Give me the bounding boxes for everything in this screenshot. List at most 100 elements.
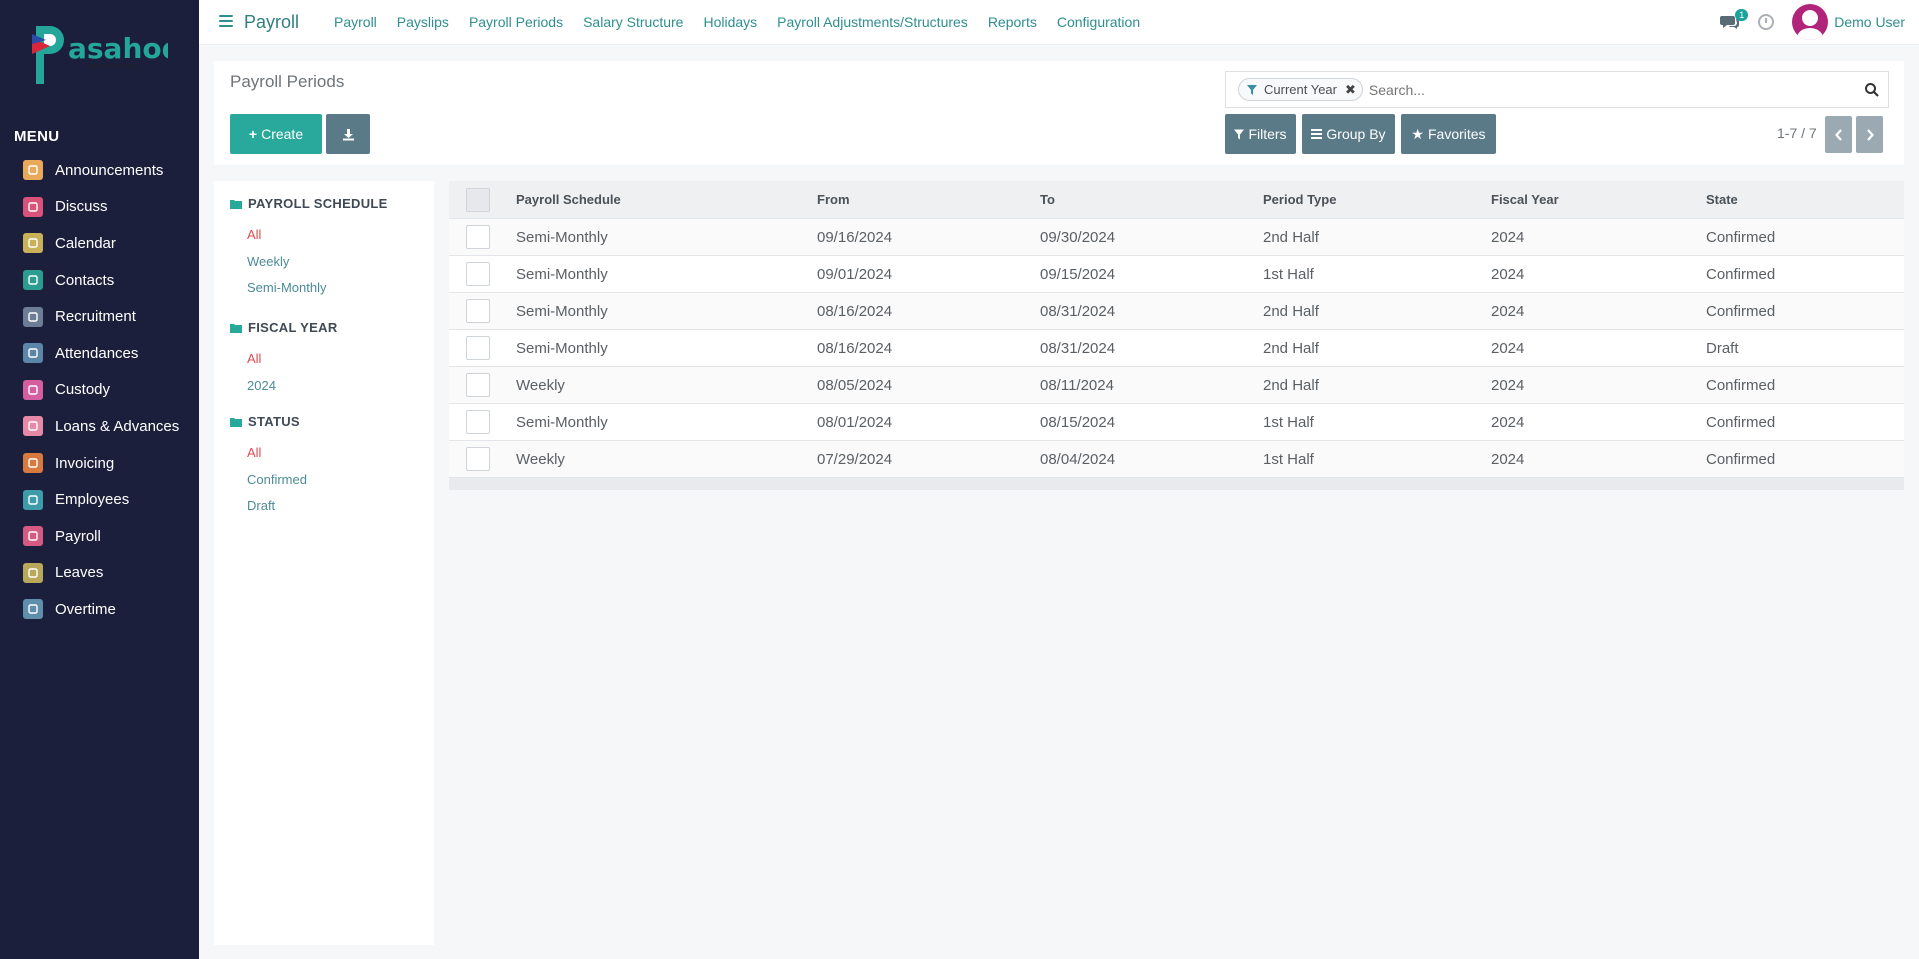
pager-previous-button[interactable] xyxy=(1825,116,1852,153)
sidebar-item-overtime[interactable]: Overtime xyxy=(0,591,199,628)
app-title[interactable]: Payroll xyxy=(244,12,299,33)
create-label: Create xyxy=(261,126,304,142)
pasahod-logo[interactable]: asahod PHILIPPINE PAYROLL xyxy=(28,22,182,88)
svg-text:PHILIPPINE PAYROLL: PHILIPPINE PAYROLL xyxy=(86,64,142,70)
table-row[interactable]: Semi-Monthly 08/16/2024 08/31/2024 2nd Half… xyxy=(449,293,1904,330)
filter-item[interactable]: All xyxy=(247,227,261,242)
table-cell: 08/01/2024 xyxy=(817,413,893,431)
facet-remove-icon[interactable]: ✖ xyxy=(1345,82,1356,98)
sidebar-item-invoicing[interactable]: Invoicing xyxy=(0,445,199,482)
pager-value[interactable]: 1-7 / 7 xyxy=(1777,125,1817,141)
filter-item[interactable]: Confirmed xyxy=(247,472,307,487)
sidebar-item-payroll[interactable]: Payroll xyxy=(0,518,199,555)
users-icon xyxy=(23,489,43,510)
table-row[interactable]: Weekly 07/29/2024 08/04/2024 1st Half 2024 Co… xyxy=(449,441,1904,478)
table-row[interactable]: Semi-Monthly 08/01/2024 08/15/2024 1st Half… xyxy=(449,404,1904,441)
search-facet: Current Year ✖ xyxy=(1238,78,1363,101)
filter-item[interactable]: Weekly xyxy=(247,254,289,269)
table-cell: 2024 xyxy=(1491,265,1525,283)
download-button[interactable] xyxy=(326,114,370,154)
nav-item-reports[interactable]: Reports xyxy=(988,14,1037,30)
table-cell: 07/29/2024 xyxy=(817,450,893,468)
group-by-button[interactable]: Group By xyxy=(1302,114,1395,154)
search-icon[interactable] xyxy=(1864,82,1880,98)
nav-item-holidays[interactable]: Holidays xyxy=(703,14,757,30)
filter-item[interactable]: 2024 xyxy=(247,378,276,393)
filter-item[interactable]: All xyxy=(247,445,261,460)
sidebar-item-discuss[interactable]: Discuss xyxy=(0,189,199,226)
user-name[interactable]: Demo User xyxy=(1834,14,1905,30)
activity-clock-icon[interactable] xyxy=(1758,14,1775,30)
column-header-payroll-schedule[interactable]: Payroll Schedule xyxy=(516,192,621,207)
search-box[interactable]: Current Year ✖ xyxy=(1225,71,1889,108)
overtime-icon xyxy=(23,599,43,620)
table-cell: 08/15/2024 xyxy=(1040,413,1116,431)
chat-icon xyxy=(23,196,43,217)
table-row[interactable]: Semi-Monthly 09/16/2024 09/30/2024 2nd Half… xyxy=(449,219,1904,256)
nav-item-payroll-adjustments-structures[interactable]: Payroll Adjustments/Structures xyxy=(777,14,968,30)
table-cell: 2024 xyxy=(1491,376,1525,394)
filter-item[interactable]: All xyxy=(247,351,261,366)
sidebar-item-announcements[interactable]: Announcements xyxy=(0,152,199,189)
favorites-label: Favorites xyxy=(1427,126,1486,142)
column-header-period-type[interactable]: Period Type xyxy=(1263,192,1336,207)
folder-icon xyxy=(230,199,242,209)
control-panel: Payroll Periods + Create Current Year ✖ … xyxy=(214,61,1904,165)
column-header-to[interactable]: To xyxy=(1040,192,1055,207)
filter-item[interactable]: Draft xyxy=(247,498,275,513)
pager-next-button[interactable] xyxy=(1856,116,1883,153)
table-cell: Semi-Monthly xyxy=(516,265,608,283)
filters-button[interactable]: Filters xyxy=(1225,114,1296,154)
table-cell: 09/30/2024 xyxy=(1040,228,1116,246)
sidebar-item-custody[interactable]: Custody xyxy=(0,372,199,409)
sidebar-item-employees[interactable]: Employees xyxy=(0,481,199,518)
sidebar-item-calendar[interactable]: Calendar xyxy=(0,225,199,262)
user-avatar[interactable] xyxy=(1792,4,1829,40)
facet-label: Current Year xyxy=(1264,82,1337,97)
nav-item-configuration[interactable]: Configuration xyxy=(1057,14,1140,30)
sidebar-item-label: Recruitment xyxy=(55,308,136,326)
sidebar-item-leaves[interactable]: Leaves xyxy=(0,555,199,592)
payroll-icon xyxy=(23,526,43,547)
create-button[interactable]: + Create xyxy=(230,114,322,154)
sidebar-item-label: Employees xyxy=(55,491,130,509)
filter-group-title: FISCAL YEAR xyxy=(230,320,338,335)
sidebar-item-recruitment[interactable]: Recruitment xyxy=(0,298,199,335)
favorites-button[interactable]: ★ Favorites xyxy=(1401,114,1496,154)
sidebar-item-attendances[interactable]: Attendances xyxy=(0,335,199,372)
row-checkbox[interactable] xyxy=(466,299,490,323)
messages-icon[interactable]: 1 xyxy=(1720,9,1749,30)
table-cell: Confirmed xyxy=(1706,450,1776,468)
row-checkbox[interactable] xyxy=(466,262,490,286)
sidebar-item-label: Loans & Advances xyxy=(55,417,180,435)
row-checkbox[interactable] xyxy=(466,373,490,397)
sidebar-item-loans-advances[interactable]: Loans & Advances xyxy=(0,408,199,445)
row-checkbox[interactable] xyxy=(466,225,490,249)
nav-item-salary-structure[interactable]: Salary Structure xyxy=(583,14,683,30)
filter-item[interactable]: Semi-Monthly xyxy=(247,280,326,295)
nav-item-payroll-periods[interactable]: Payroll Periods xyxy=(469,14,563,30)
hamburger-menu-icon[interactable] xyxy=(219,15,233,27)
filter-group-title: STATUS xyxy=(230,414,300,429)
row-checkbox[interactable] xyxy=(466,447,490,471)
sidebar-item-contacts[interactable]: Contacts xyxy=(0,262,199,299)
column-header-state[interactable]: State xyxy=(1706,192,1738,207)
column-header-from[interactable]: From xyxy=(817,192,850,207)
table-cell: 08/31/2024 xyxy=(1040,339,1116,357)
select-all-checkbox[interactable] xyxy=(466,187,490,212)
table-row[interactable]: Weekly 08/05/2024 08/11/2024 2nd Half 2024 Co… xyxy=(449,367,1904,404)
megaphone-icon xyxy=(23,160,43,181)
plus-icon: + xyxy=(248,126,258,142)
nav-item-payroll[interactable]: Payroll xyxy=(334,14,377,30)
nav-item-payslips[interactable]: Payslips xyxy=(397,14,449,30)
column-header-fiscal-year[interactable]: Fiscal Year xyxy=(1491,192,1559,207)
search-input[interactable] xyxy=(1368,74,1864,105)
download-icon xyxy=(342,128,354,140)
row-checkbox[interactable] xyxy=(466,410,490,434)
folder-icon xyxy=(230,417,242,427)
table-cell: Semi-Monthly xyxy=(516,228,608,246)
table-row[interactable]: Semi-Monthly 09/01/2024 09/15/2024 1st Half… xyxy=(449,256,1904,293)
table-cell: Confirmed xyxy=(1706,376,1776,394)
table-row[interactable]: Semi-Monthly 08/16/2024 08/31/2024 2nd Half… xyxy=(449,330,1904,367)
row-checkbox[interactable] xyxy=(466,336,490,360)
